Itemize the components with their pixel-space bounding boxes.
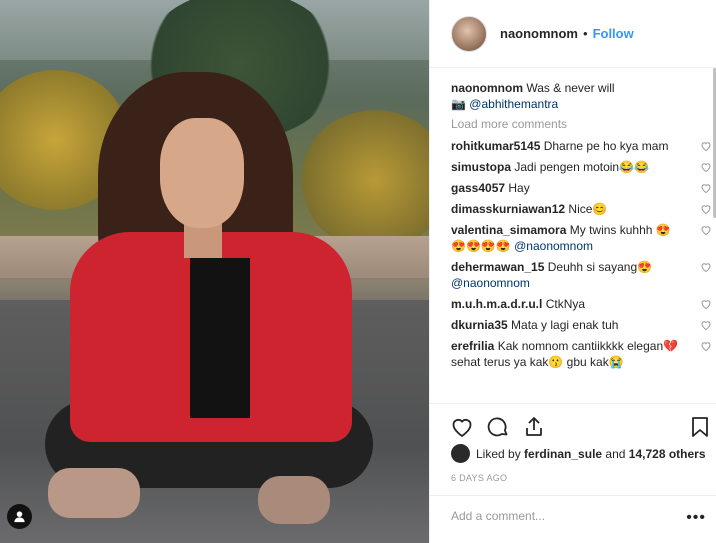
comment-username[interactable]: dimasskurniawan12 [451, 202, 565, 216]
comment-heart-icon[interactable] [700, 224, 712, 236]
load-more-comments-button[interactable]: Load more comments [451, 117, 716, 131]
comment-text: Mata y lagi enak tuh [511, 318, 619, 332]
add-comment-placeholder[interactable]: Add a comment... [451, 509, 545, 523]
comment-username[interactable]: valentina_simamora [451, 223, 566, 237]
comment-item: valentina_simamora My twins kuhhh 😍😍😍😍😍 … [451, 222, 716, 254]
post-timestamp[interactable]: 6 DAYS AGO [451, 473, 507, 483]
comment-username[interactable]: erefrilia [451, 339, 494, 353]
more-options-icon[interactable]: ••• [686, 509, 706, 527]
liker-username[interactable]: ferdinan_sule [524, 447, 602, 461]
tagged-user-icon[interactable] [7, 504, 32, 529]
separator-dot: • [583, 26, 588, 41]
author-username[interactable]: naonomnom [500, 26, 578, 41]
comment-heart-icon[interactable] [700, 298, 712, 310]
post-header: naonomnom • Follow [430, 0, 716, 68]
likes-summary: Liked by ferdinan_sule and 14,728 others [451, 444, 706, 463]
comment-item: simustopa Jadi pengen motoin😂😂 [451, 159, 716, 175]
comment-item: gass4057 Hay [451, 180, 716, 196]
comment-text: Deuhh si sayang😍 [547, 260, 653, 274]
action-bar [430, 403, 716, 447]
caption-mention[interactable]: @abhithemantra [469, 97, 558, 111]
comment-heart-icon[interactable] [700, 182, 712, 194]
comment-username[interactable]: simustopa [451, 160, 511, 174]
comment-text: CtkNya [545, 297, 586, 311]
comment-text: Jadi pengen motoin😂😂 [514, 160, 649, 174]
comment-heart-icon[interactable] [700, 140, 712, 152]
heart-icon[interactable] [450, 415, 474, 439]
comment-username[interactable]: m.u.h.m.a.d.r.u.l [451, 297, 542, 311]
comment-icon[interactable] [486, 415, 510, 439]
caption: naonomnom Was & never will 📷 @abhitheman… [451, 80, 716, 112]
comment-item: dkurnia35 Mata y lagi enak tuh [451, 317, 716, 333]
comment-username[interactable]: rohitkumar5145 [451, 139, 540, 153]
comment-mention[interactable]: @naonomnom [514, 239, 593, 253]
comment-text: Hay [508, 181, 530, 195]
post-photo[interactable] [0, 0, 429, 543]
comment-item: m.u.h.m.a.d.r.u.l CtkNya [451, 296, 716, 312]
comment-heart-icon[interactable] [700, 319, 712, 331]
comment-text: Nice😊 [568, 202, 608, 216]
comment-heart-icon[interactable] [700, 203, 712, 215]
comment-text: Dharne pe ho kya mam [543, 139, 669, 153]
avatar[interactable] [451, 15, 487, 52]
comment-username[interactable]: dkurnia35 [451, 318, 508, 332]
post-sidebar: naonomnom • Follow naonomnom Was & never… [429, 0, 716, 543]
likes-prefix: Liked by [476, 446, 521, 461]
comment-username[interactable]: gass4057 [451, 181, 505, 195]
comment-heart-icon[interactable] [700, 161, 712, 173]
comment-item: dehermawan_15 Deuhh si sayang😍 @naonomno… [451, 259, 716, 291]
comment-item: rohitkumar5145 Dharne pe ho kya mam [451, 138, 716, 154]
comment-heart-icon[interactable] [700, 340, 712, 352]
likes-count[interactable]: 14,728 others [629, 447, 706, 461]
likes-and: and [605, 446, 626, 461]
bookmark-icon[interactable] [688, 415, 712, 439]
follow-button[interactable]: Follow [593, 26, 634, 41]
add-comment-field[interactable]: Add a comment... ••• [430, 495, 716, 543]
camera-emoji: 📷 [451, 97, 466, 111]
comment-item: erefrilia Kak nomnom cantiikkkk elegan💔 … [451, 338, 716, 370]
caption-text: Was & never will [526, 81, 615, 95]
comment-mention[interactable]: @naonomnom [451, 276, 530, 290]
caption-username[interactable]: naonomnom [451, 81, 523, 95]
share-icon[interactable] [522, 415, 546, 439]
comment-item: dimasskurniawan12 Nice😊 [451, 201, 716, 217]
comment-heart-icon[interactable] [700, 261, 712, 273]
comment-username[interactable]: dehermawan_15 [451, 260, 544, 274]
post-viewer: naonomnom • Follow naonomnom Was & never… [0, 0, 716, 543]
liker-avatar[interactable] [451, 444, 470, 463]
comments-list[interactable]: naonomnom Was & never will 📷 @abhitheman… [430, 68, 716, 403]
